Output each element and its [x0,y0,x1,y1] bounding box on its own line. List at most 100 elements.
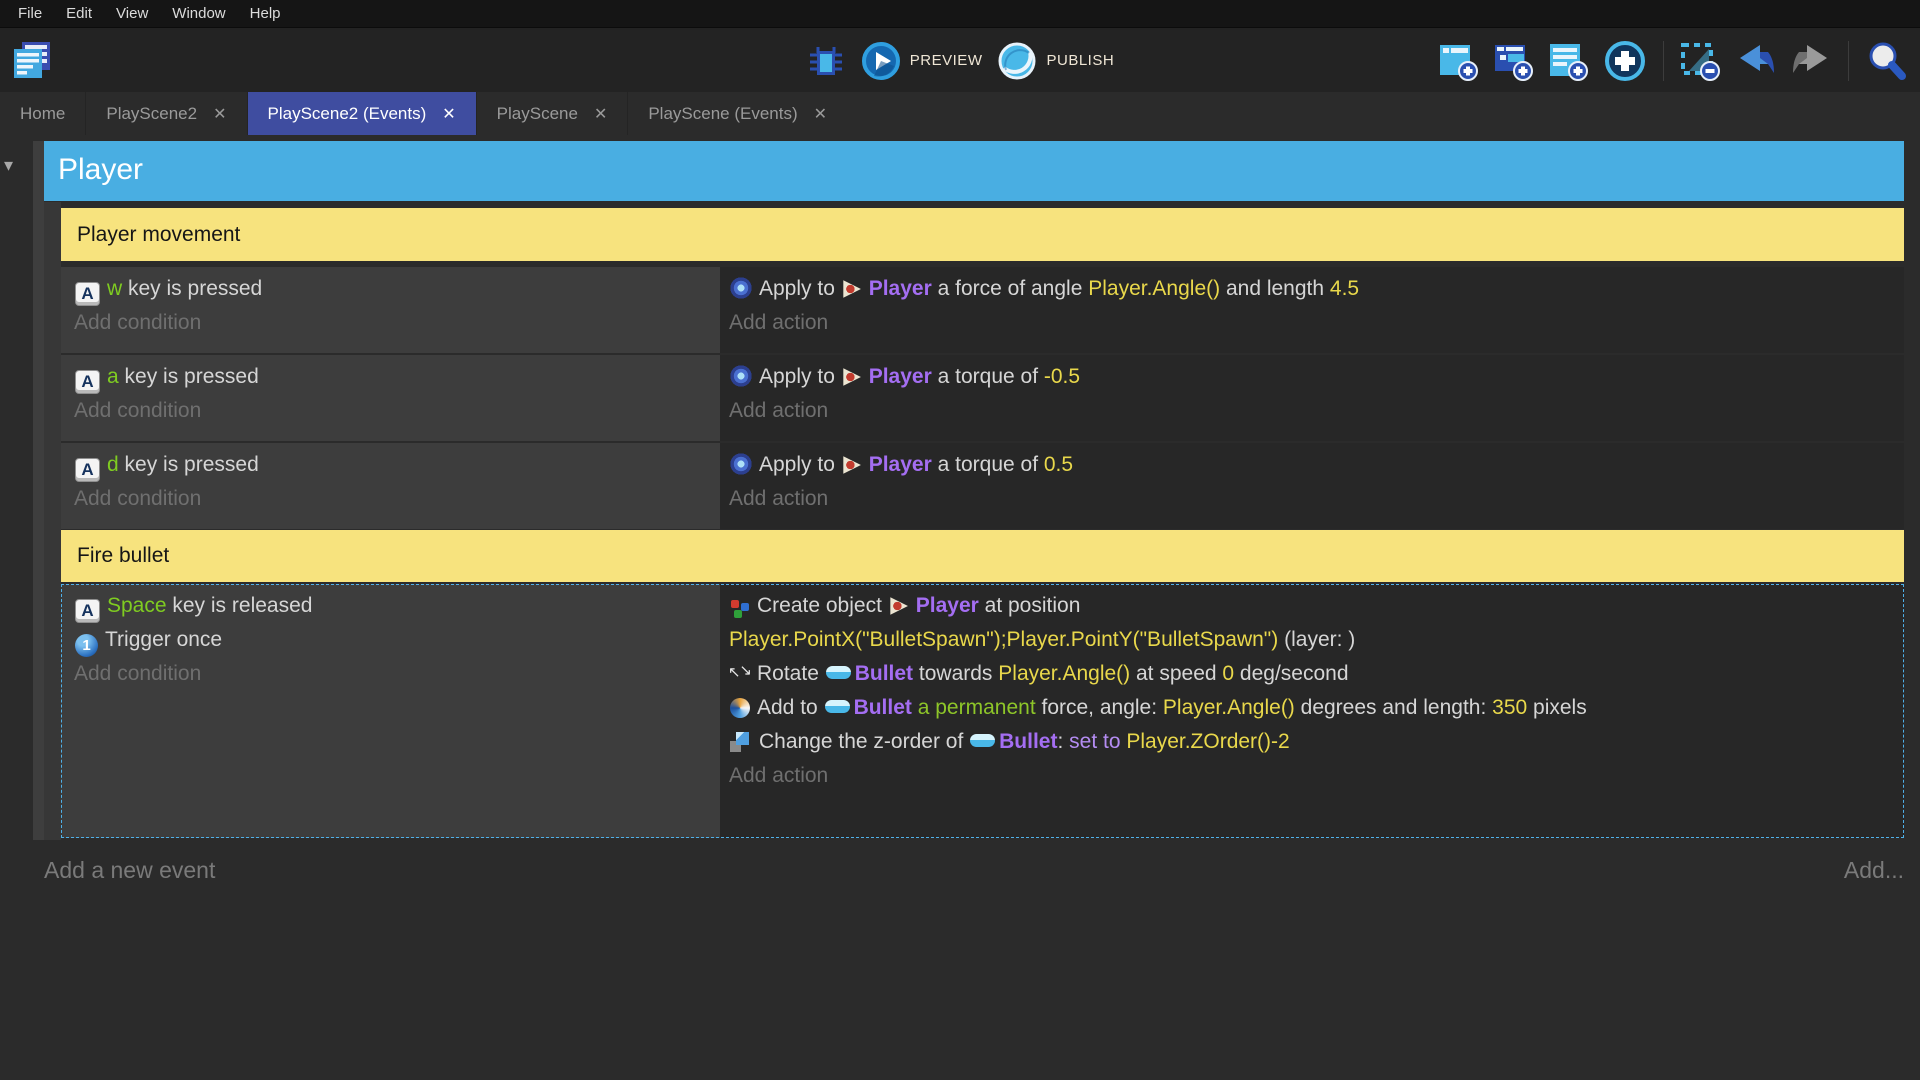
redo-icon [1793,44,1827,73]
toolbar-separator [1848,40,1849,81]
event-row-selected[interactable]: Space key is releasedTrigger once Add co… [61,584,1904,838]
toolbar-separator [1663,40,1664,81]
add-action-link[interactable]: Add action [729,759,1894,793]
preview-button[interactable]: PREVIEW [860,40,983,82]
add-condition-link[interactable]: Add condition [74,657,710,691]
close-icon[interactable]: ✕ [442,104,455,124]
conditions-cell[interactable]: d key is pressed Add condition [61,443,720,529]
add-force-icon [730,698,750,718]
tab-playscene[interactable]: PlayScene ✕ [475,92,628,135]
add-action-link[interactable]: Add action [729,482,1894,516]
comment-event-fire[interactable]: Fire bullet [61,530,1904,582]
keyboard-icon [75,370,100,394]
menu-edit[interactable]: Edit [54,5,104,22]
group-indent-band [33,141,44,840]
undo-button[interactable] [1734,39,1778,83]
publish-button[interactable]: PUBLISH [996,40,1114,82]
tab-playscene2[interactable]: PlayScene2 ✕ [85,92,246,135]
add-special-event-icon [1605,40,1645,81]
group-title: Player [58,153,144,186]
close-icon[interactable]: ✕ [594,104,607,124]
toolbar: PREVIEW PUBLISH [0,27,1920,92]
publish-icon [998,42,1036,79]
preview-label: PREVIEW [909,52,983,69]
collapse-group-button[interactable]: ▾ [4,155,13,176]
force-icon [730,453,752,475]
event-row[interactable]: d key is pressed Add condition Apply to … [61,443,1904,529]
tab-label: PlayScene2 [106,103,198,123]
events-sheet: ▾ Player Player movement w key is presse… [0,135,1920,1080]
keyboard-icon [75,458,100,482]
add-comment-icon [1550,43,1588,81]
add-more-link[interactable]: Add... [1844,857,1904,884]
menu-file[interactable]: File [6,5,54,22]
menu-help[interactable]: Help [238,5,293,22]
bullet-object-icon [824,700,850,713]
close-icon[interactable]: ✕ [814,104,827,124]
redo-button[interactable] [1789,39,1833,83]
search-button[interactable] [1864,39,1908,83]
comment-event-movement[interactable]: Player movement [61,208,1904,261]
force-icon [730,365,752,387]
subevent-indent-band [44,202,61,840]
tab-label: PlayScene (Events) [648,103,798,123]
footer-add-row: Add a new event Add... [44,850,1904,890]
menu-view[interactable]: View [104,5,160,22]
player-object-icon [890,597,908,615]
add-condition-link[interactable]: Add condition [74,482,710,516]
chevron-down-icon: ▾ [4,155,14,175]
add-event-icon [1440,44,1478,81]
rotate-icon [728,654,752,690]
add-condition-link[interactable]: Add condition [74,394,710,428]
add-comment-button[interactable] [1547,39,1591,83]
remove-event-button[interactable] [1679,39,1723,83]
tab-playscene2-events[interactable]: PlayScene2 (Events) ✕ [246,92,476,135]
add-action-link[interactable]: Add action [729,306,1894,340]
conditions-cell[interactable]: a key is pressed Add condition [61,355,720,441]
conditions-cell[interactable]: w key is pressed Add condition [61,267,720,353]
actions-cell[interactable]: Create object Player at position Player.P… [720,584,1904,838]
add-subevent-button[interactable] [1492,39,1536,83]
keyboard-icon [75,282,100,306]
preview-icon [861,41,900,80]
keyboard-icon [75,599,100,623]
player-object-icon [843,456,861,474]
comment-text: Fire bullet [77,544,170,567]
comment-text: Player movement [77,222,241,246]
event-row[interactable]: a key is pressed Add condition Apply to … [61,355,1904,441]
tab-label: PlayScene2 (Events) [267,103,427,123]
bullet-object-icon [825,666,851,679]
menu-bar: File Edit View Window Help [0,0,1920,27]
debug-icon [809,46,842,75]
actions-cell[interactable]: Apply to Player a torque of -0.5 Add act… [720,355,1904,441]
tab-label: Home [20,103,66,123]
toolbar-right [1437,28,1908,93]
remove-event-icon [1681,42,1720,81]
publish-label: PUBLISH [1046,52,1115,69]
bullet-object-icon [970,734,996,747]
add-special-event-button[interactable] [1602,38,1648,84]
trigger-once-icon [75,634,98,657]
add-new-event-link[interactable]: Add a new event [44,857,215,884]
actions-cell[interactable]: Apply to Player a force of angle Player.… [720,267,1904,353]
actions-cell[interactable]: Apply to Player a torque of 0.5 Add acti… [720,443,1904,529]
create-object-icon [731,600,739,608]
tab-home[interactable]: Home [0,92,85,135]
player-object-icon [843,280,861,298]
tab-bar: Home PlayScene2 ✕ PlayScene2 (Events) ✕ PlayS… [0,92,1920,135]
debug-button[interactable] [806,41,846,81]
add-condition-link[interactable]: Add condition [74,306,710,340]
zorder-icon [730,732,752,752]
tab-playscene-events[interactable]: PlayScene (Events) ✕ [627,92,847,135]
event-group-header[interactable]: Player [44,141,1904,201]
tab-label: PlayScene [496,103,578,123]
add-event-button[interactable] [1437,39,1481,83]
menu-window[interactable]: Window [160,5,237,22]
close-icon[interactable]: ✕ [213,104,226,124]
force-icon [730,277,752,299]
player-object-icon [843,368,861,386]
conditions-cell[interactable]: Space key is releasedTrigger once Add co… [61,584,720,838]
add-action-link[interactable]: Add action [729,394,1894,428]
undo-icon [1740,44,1774,73]
event-row[interactable]: w key is pressed Add condition Apply to … [61,267,1904,353]
